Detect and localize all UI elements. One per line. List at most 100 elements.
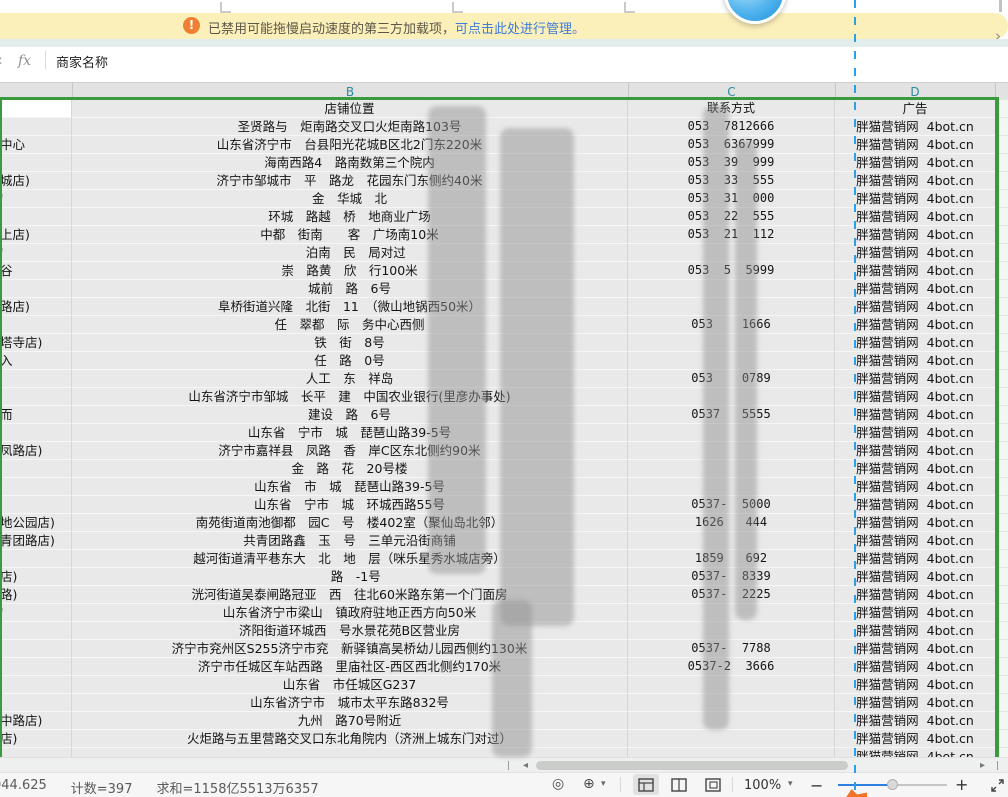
cell-ad[interactable]: 胖猫营销网 4bot.cn	[835, 298, 995, 316]
cell-phone[interactable]: 053 21 112	[628, 226, 835, 244]
cell-phone[interactable]: 0537- 7788	[628, 640, 835, 658]
cell-merchant-fragment[interactable]	[0, 748, 72, 757]
cell-phone[interactable]	[628, 424, 835, 442]
cell-ad[interactable]: 胖猫营销网 4bot.cn	[835, 280, 995, 298]
cell-phone[interactable]: 053 5 5999	[628, 262, 835, 280]
cell-merchant-fragment[interactable]	[0, 640, 72, 658]
cell-phone[interactable]: 053 0789	[628, 370, 835, 388]
cell-merchant-fragment[interactable]: 路)	[0, 586, 72, 604]
cell-ad[interactable]: 胖猫营销网 4bot.cn	[835, 208, 995, 226]
header-ad[interactable]: 广告	[835, 100, 995, 118]
cell-merchant-fragment[interactable]: 而	[0, 406, 72, 424]
cell-ad[interactable]: 胖猫营销网 4bot.cn	[835, 172, 995, 190]
cell-merchant-fragment[interactable]	[0, 154, 72, 172]
cell-merchant-fragment[interactable]	[0, 550, 72, 568]
cell-merchant-fragment[interactable]	[0, 316, 72, 334]
cell-merchant-fragment[interactable]	[0, 370, 72, 388]
cell-ad[interactable]: 胖猫营销网 4bot.cn	[835, 388, 995, 406]
cell-merchant-fragment[interactable]	[0, 280, 72, 298]
fx-icon[interactable]: fx	[18, 53, 31, 69]
cell-ad[interactable]: 胖猫营销网 4bot.cn	[835, 514, 995, 532]
cell-phone[interactable]: 053 1666	[628, 316, 835, 334]
cell-merchant-fragment[interactable]	[0, 694, 72, 712]
cell-ad[interactable]: 胖猫营销网 4bot.cn	[835, 244, 995, 262]
zoom-dropdown-chevron[interactable]: ▾	[788, 779, 793, 789]
zoom-out-button[interactable]: −	[810, 776, 823, 795]
cell-ad[interactable]: 胖猫营销网 4bot.cn	[835, 118, 995, 136]
cell-phone[interactable]: 0537- 8339	[628, 568, 835, 586]
cell-phone[interactable]: 1859 692	[628, 550, 835, 568]
cell-phone[interactable]: 053 22 555	[628, 208, 835, 226]
cell-merchant-fragment[interactable]: 谷	[0, 262, 72, 280]
cell-ad[interactable]: 胖猫营销网 4bot.cn	[835, 154, 995, 172]
cell-phone[interactable]: 0537- 2225	[628, 586, 835, 604]
header-contact[interactable]: 联系方式	[628, 100, 835, 118]
page-layout-view-button[interactable]	[666, 774, 692, 795]
cell-merchant-fragment[interactable]: 城店)	[0, 172, 72, 190]
cell-ad[interactable]: 胖猫营销网 4bot.cn	[835, 424, 995, 442]
cell-merchant-fragment[interactable]: 路店)	[0, 298, 72, 316]
cell-ad[interactable]: 胖猫营销网 4bot.cn	[835, 226, 995, 244]
cell-location[interactable]: 九州 路70号附近	[72, 712, 628, 730]
cell-ad[interactable]: 胖猫营销网 4bot.cn	[835, 604, 995, 622]
scrollbar-thumb[interactable]	[536, 761, 848, 770]
cell-merchant-fragment[interactable]: 店)	[0, 568, 72, 586]
table-header-row[interactable]: 店铺位置 联系方式 广告	[0, 100, 999, 118]
cell-phone[interactable]: 053 31 000	[628, 190, 835, 208]
cell-ad[interactable]: 胖猫营销网 4bot.cn	[835, 334, 995, 352]
cell-merchant-fragment[interactable]: 中心	[0, 136, 72, 154]
cell-phone[interactable]	[628, 460, 835, 478]
cell-location[interactable]: 山东省济宁市 城市太平东路832号	[72, 694, 628, 712]
cell-phone[interactable]	[628, 532, 835, 550]
page-break-view-button[interactable]	[700, 774, 726, 795]
cell-merchant-fragment[interactable]: 青团路店)	[0, 532, 72, 550]
cell-phone[interactable]	[628, 676, 835, 694]
cell-ad[interactable]: 胖猫营销网 4bot.cn	[835, 460, 995, 478]
cell-ad[interactable]: 胖猫营销网 4bot.cn	[835, 676, 995, 694]
cell-ad[interactable]: 胖猫营销网 4bot.cn	[835, 136, 995, 154]
cell-phone[interactable]	[628, 334, 835, 352]
eye-protection-icon[interactable]: ◎	[552, 776, 564, 792]
horizontal-scrollbar[interactable]: ◂ ▸	[0, 757, 1008, 773]
manage-addins-link[interactable]: 可点击此处进行管理。	[455, 22, 585, 37]
cell-ad[interactable]: 胖猫营销网 4bot.cn	[835, 496, 995, 514]
cell-phone[interactable]	[628, 694, 835, 712]
cell-merchant-fragment[interactable]: '	[0, 604, 72, 622]
cell-phone[interactable]	[628, 352, 835, 370]
cell-phone[interactable]	[628, 244, 835, 262]
cell-merchant-fragment[interactable]: 入	[0, 352, 72, 370]
cell-ad[interactable]: 胖猫营销网 4bot.cn	[835, 568, 995, 586]
cell-ad[interactable]: 胖猫营销网 4bot.cn	[835, 478, 995, 496]
cell-location[interactable]: 济宁市兖州区S255济宁市兖 新驿镇高吴桥幼儿园西侧约130米	[72, 640, 628, 658]
cell-ad[interactable]: 胖猫营销网 4bot.cn	[835, 640, 995, 658]
cell-phone[interactable]: 1626 444	[628, 514, 835, 532]
cell-phone[interactable]: 053 39 999	[628, 154, 835, 172]
cell-phone[interactable]	[628, 748, 835, 757]
cell-phone[interactable]: 053 6367999	[628, 136, 835, 154]
cell-location[interactable]	[72, 748, 628, 757]
cell-merchant-fragment[interactable]: '	[0, 190, 72, 208]
pan-mode-icon[interactable]: ⊕	[583, 776, 595, 792]
cell-ad[interactable]: 胖猫营销网 4bot.cn	[835, 712, 995, 730]
cell-merchant-fragment[interactable]	[0, 496, 72, 514]
cell-ad[interactable]: 胖猫营销网 4bot.cn	[835, 586, 995, 604]
cell-phone[interactable]	[628, 604, 835, 622]
cell-phone[interactable]: 053 33 555	[628, 172, 835, 190]
cell-phone[interactable]: 053 7812666	[628, 118, 835, 136]
cell-merchant-fragment[interactable]	[0, 658, 72, 676]
cell-location[interactable]: 山东省 市任城区G237	[72, 676, 628, 694]
formula-input[interactable]: 商家名称	[56, 52, 108, 71]
cell-merchant-fragment[interactable]	[0, 478, 72, 496]
cell-ad[interactable]: 胖猫营销网 4bot.cn	[835, 352, 995, 370]
cell-merchant-fragment[interactable]: 上店)	[0, 226, 72, 244]
cell-merchant-fragment[interactable]: 中路店)	[0, 712, 72, 730]
cell-phone[interactable]	[628, 388, 835, 406]
cell-phone[interactable]	[628, 280, 835, 298]
cell-phone[interactable]: 0537-2 3666	[628, 658, 835, 676]
cell-merchant-fragment[interactable]	[0, 460, 72, 478]
zoom-slider-handle[interactable]	[887, 779, 898, 790]
cell-merchant-fragment[interactable]: 地公园店)	[0, 514, 72, 532]
header-location[interactable]: 店铺位置	[72, 100, 628, 118]
cell-merchant-fragment[interactable]	[0, 118, 72, 136]
cell-phone[interactable]	[628, 442, 835, 460]
